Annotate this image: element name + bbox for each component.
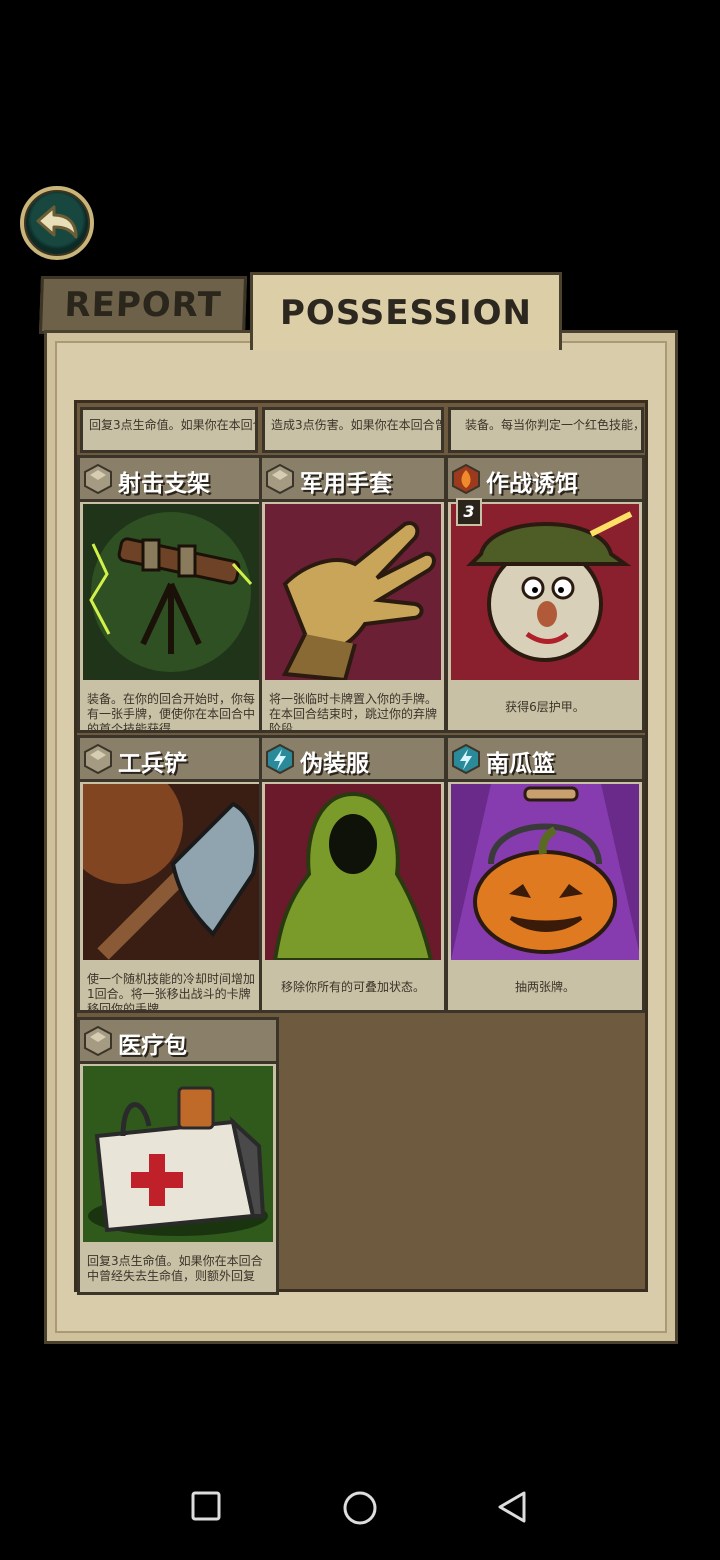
card-title: 作战诱饵 [486,471,578,497]
card-shovel[interactable]: 工兵铲 使一个随机技能的冷却时间增加1回合。将一张移出战斗的卡牌移回你的手牌 [77,735,265,1013]
combat-decoy-art [451,504,639,680]
tab-report-label: REPORT [63,285,223,325]
card-shooting-stand[interactable]: 射击支架 装备。在你的回合开始时，你每有一张手牌，便使你在本回合中的首个技能获得 [77,455,265,733]
card-header: 医疗包 [80,1020,276,1064]
card-description: 抽两张牌。 [514,980,575,994]
card-combat-decoy[interactable]: 作战诱饵 3 获得6层护甲。 [445,455,645,733]
card-header: 作战诱饵 [448,458,642,502]
card-description: 回复3点生命值。如果你在本回合中曾经失去生命值，则额外回复 [87,1254,263,1283]
card-title: 射击支架 [118,471,210,497]
pumpkin-basket-art [451,784,639,960]
tab-report[interactable]: REPORT [38,276,248,334]
camouflage-suit-art [265,784,441,960]
card-partial-desc: 回复3点生命值。如果你在本回合中曾判定技能失败，额外回复3点生命值 [80,407,258,453]
medkit-art [83,1066,273,1242]
card-description: 使一个随机技能的冷却时间增加1回合。将一张移出战斗的卡牌移回你的手牌 [87,972,256,1013]
card-title: 工兵铲 [118,751,187,777]
shovel-art [83,784,259,960]
card-title: 军用手套 [300,471,392,497]
card-pumpkin-basket[interactable]: 南瓜篮 抽两张牌。 [445,735,645,1013]
rare-rarity-icon [452,464,480,494]
tab-possession[interactable]: POSSESSION [250,272,562,350]
card-grid[interactable]: 回复3点生命值。如果你在本回合中曾判定技能失败，额外回复3点生命值 造成3点伤害… [74,400,648,1295]
card-title: 医疗包 [118,1033,187,1059]
card-header: 工兵铲 [80,738,262,782]
common-rarity-icon [84,464,112,494]
card-title: 南瓜篮 [486,751,555,777]
card-header: 射击支架 [80,458,262,502]
card-camouflage-suit[interactable]: 伪装服 移除你所有的可叠加状态。 [259,735,447,1013]
shooting-stand-art [83,504,259,680]
card-description: 将一张临时卡牌置入你的手牌。在本回合结束时，跳过你的弃牌阶段 [269,692,438,733]
card-header: 南瓜篮 [448,738,642,782]
card-header: 伪装服 [262,738,444,782]
common-rarity-icon [84,1026,112,1056]
card-description: 获得6层护甲。 [505,700,585,714]
square-recents-icon[interactable] [190,1490,222,1522]
common-rarity-icon [84,744,112,774]
circle-home-icon[interactable] [342,1490,378,1526]
skill-rarity-icon [452,744,480,774]
card-military-gloves[interactable]: 军用手套 将一张临时卡牌置入你的手牌。在本回合结束时，跳过你的弃牌阶段 [259,455,447,733]
card-description: 移除你所有的可叠加状态。 [280,980,425,994]
card-description: 装备。在你的回合开始时，你每有一张手牌，便使你在本回合中的首个技能获得 [87,692,256,733]
skill-rarity-icon [266,744,294,774]
back-button[interactable] [20,186,94,260]
triangle-back-icon[interactable] [496,1490,528,1524]
card-title: 伪装服 [300,751,369,777]
card-header: 军用手套 [262,458,444,502]
military-gloves-art [265,504,441,680]
tab-possession-label: POSSESSION [280,292,532,333]
card-partial-desc: 装备。每当你判定一个红色技能，获得1层护甲。 [448,407,644,453]
card-medkit[interactable]: 医疗包 回复3点生命值。如果你在本回合中曾经失去生命值，则额外回复 [77,1017,279,1295]
card-cost-badge: 3 [456,498,482,526]
back-arrow-icon [36,205,78,239]
common-rarity-icon [266,464,294,494]
card-partial-desc: 造成3点伤害。如果你在本回合曾经失去生命值，则改为造成6点伤害 [262,407,444,453]
